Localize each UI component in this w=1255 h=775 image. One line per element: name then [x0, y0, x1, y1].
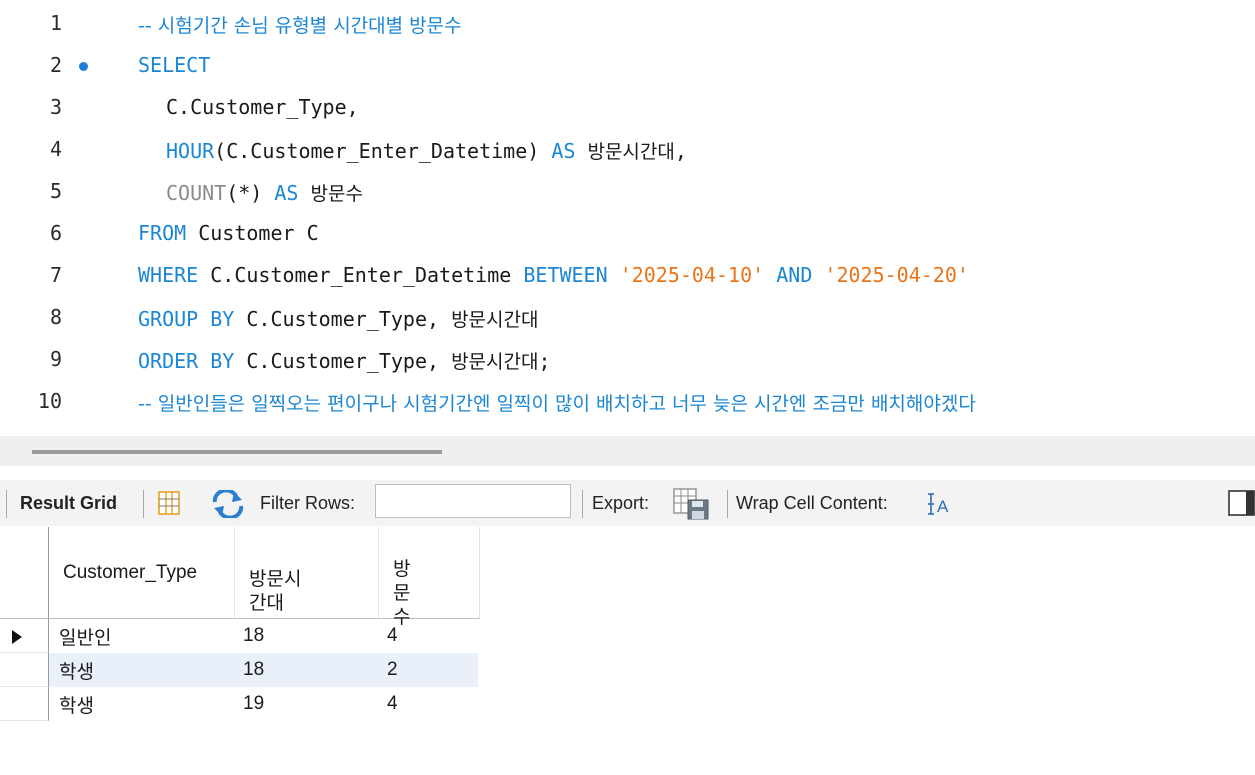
code-expression: ORDER BY C.Customer_Type, 방문시간대;	[138, 347, 551, 374]
keyword-between: BETWEEN	[523, 263, 608, 287]
table-cell[interactable]: 일반인	[49, 619, 235, 653]
code-expression: GROUP BY C.Customer_Type, 방문시간대	[138, 305, 538, 332]
line-number: 8	[49, 305, 62, 329]
table-cell[interactable]: 학생	[49, 653, 235, 687]
alias: 방문수	[310, 183, 363, 205]
line-number: 2	[49, 53, 62, 77]
function-count: COUNT	[166, 181, 227, 205]
row-selector[interactable]	[0, 653, 49, 687]
line-number: 6	[49, 221, 62, 245]
line-number: 5	[49, 179, 62, 203]
comma: ,	[674, 139, 687, 163]
column-header-label: 방문시 간대	[249, 568, 302, 614]
wrap-text-icon[interactable]: A	[928, 492, 954, 516]
filter-rows-input[interactable]	[375, 484, 571, 518]
column-ref: C.Customer_Type,	[246, 349, 440, 373]
filter-rows-label: Filter Rows:	[260, 493, 356, 513]
table-cell[interactable]: 2	[379, 653, 478, 687]
table-cell[interactable]: 4	[379, 687, 480, 721]
alias: 방문시간대	[451, 309, 539, 331]
code-line[interactable]: 3 C.Customer_Type,	[0, 86, 1255, 128]
code-expression: WHERE C.Customer_Enter_Datetime BETWEEN …	[138, 263, 969, 287]
code-expression: HOUR(C.Customer_Enter_Datetime) AS 방문시간대…	[166, 137, 687, 164]
alias: 방문시간대	[451, 351, 539, 373]
toolbar-divider	[727, 490, 728, 518]
export-icon[interactable]	[673, 488, 711, 520]
sql-editor[interactable]: 1 -- 시험기간 손님 유형별 시간대별 방문수 2 SELECT 3 C.C…	[0, 0, 1255, 436]
comment: -- 일반인들은 일찍오는 편이구나 시험기간엔 일찍이 많이 배치하고 너무 …	[138, 393, 976, 415]
keyword-where: WHERE	[138, 263, 199, 287]
keyword-from: FROM	[138, 221, 187, 245]
breakpoint-dot-icon[interactable]	[79, 62, 88, 71]
keyword-order-by: ORDER BY	[138, 349, 235, 373]
grid-layout-icon[interactable]	[157, 491, 183, 515]
column-header[interactable]: 방문시 간대	[235, 527, 379, 619]
row-selector[interactable]	[0, 687, 49, 721]
keyword-select: SELECT	[138, 53, 211, 77]
code-line[interactable]: 10 -- 일반인들은 일찍오는 편이구나 시험기간엔 일찍이 많이 배치하고 …	[0, 380, 1255, 422]
column-ref: C.Customer_Enter_Datetime	[210, 263, 512, 287]
export-label: Export:	[592, 493, 650, 513]
function-arg: (*)	[226, 181, 263, 205]
code-expression: COUNT(*) AS 방문수	[166, 179, 363, 206]
code-line[interactable]: 8 GROUP BY C.Customer_Type, 방문시간대	[0, 296, 1255, 338]
code-line[interactable]: 9 ORDER BY C.Customer_Type, 방문시간대;	[0, 338, 1255, 380]
column-ref: C.Customer_Type,	[246, 307, 440, 331]
string-literal: '2025-04-20'	[824, 263, 969, 287]
table-cell[interactable]: 18	[235, 653, 379, 687]
comment: -- 시험기간 손님 유형별 시간대별 방문수	[138, 15, 462, 37]
result-grid-tab[interactable]: Result Grid	[20, 493, 117, 514]
table-cell[interactable]: 학생	[49, 687, 235, 721]
svg-text:A: A	[937, 497, 949, 516]
current-row-arrow-icon	[12, 630, 22, 644]
code-line[interactable]: 2 SELECT	[0, 44, 1255, 86]
code-line[interactable]: 7 WHERE C.Customer_Enter_Datetime BETWEE…	[0, 254, 1255, 296]
line-number: 7	[49, 263, 62, 287]
column-header-label: 방 문 수	[393, 558, 411, 628]
function-hour: HOUR	[166, 139, 215, 163]
code-line[interactable]: 6 FROM Customer C	[0, 212, 1255, 254]
line-number: 3	[49, 95, 62, 119]
keyword-as: AS	[551, 139, 576, 163]
row-selector[interactable]	[0, 619, 49, 653]
string-literal: '2025-04-10'	[619, 263, 765, 287]
row-header-corner	[0, 527, 49, 619]
table-cell[interactable]: 19	[235, 687, 379, 721]
code-expression: FROM Customer C	[138, 221, 319, 245]
column-header[interactable]: Customer_Type	[49, 527, 235, 619]
code-line[interactable]: 5 COUNT(*) AS 방문수	[0, 170, 1255, 212]
keyword-as: AS	[274, 181, 299, 205]
table-cell[interactable]: 4	[379, 619, 480, 653]
line-number: 4	[49, 137, 62, 161]
scrollbar-thumb[interactable]	[32, 450, 442, 454]
column-header[interactable]: 방 문 수	[379, 527, 480, 628]
code-line[interactable]: 1 -- 시험기간 손님 유형별 시간대별 방문수	[0, 2, 1255, 44]
keyword-group-by: GROUP BY	[138, 307, 235, 331]
column-ref: C.Customer_Type,	[166, 95, 359, 119]
wrap-cell-label: Wrap Cell Content:	[736, 493, 888, 513]
alias: 방문시간대	[587, 141, 675, 163]
panel-toggle-icon[interactable]	[1228, 490, 1255, 516]
code-line[interactable]: 4 HOUR(C.Customer_Enter_Datetime) AS 방문시…	[0, 128, 1255, 170]
column-header-label: Customer_Type	[63, 562, 198, 583]
line-number: 9	[49, 347, 62, 371]
table-cell[interactable]: 18	[235, 619, 379, 653]
keyword-and: AND	[776, 263, 813, 287]
toolbar-divider	[582, 490, 583, 518]
table-ref: Customer C	[198, 221, 319, 245]
toolbar-divider	[6, 490, 7, 518]
line-number: 10	[37, 389, 62, 413]
semicolon: ;	[538, 349, 551, 373]
function-arg: (C.Customer_Enter_Datetime)	[214, 139, 540, 163]
refresh-icon[interactable]	[211, 490, 245, 518]
result-toolbar: Result Grid Filter Rows: Export: Wrap Ce…	[0, 480, 1255, 526]
line-number: 1	[49, 11, 62, 35]
toolbar-divider	[143, 490, 144, 518]
